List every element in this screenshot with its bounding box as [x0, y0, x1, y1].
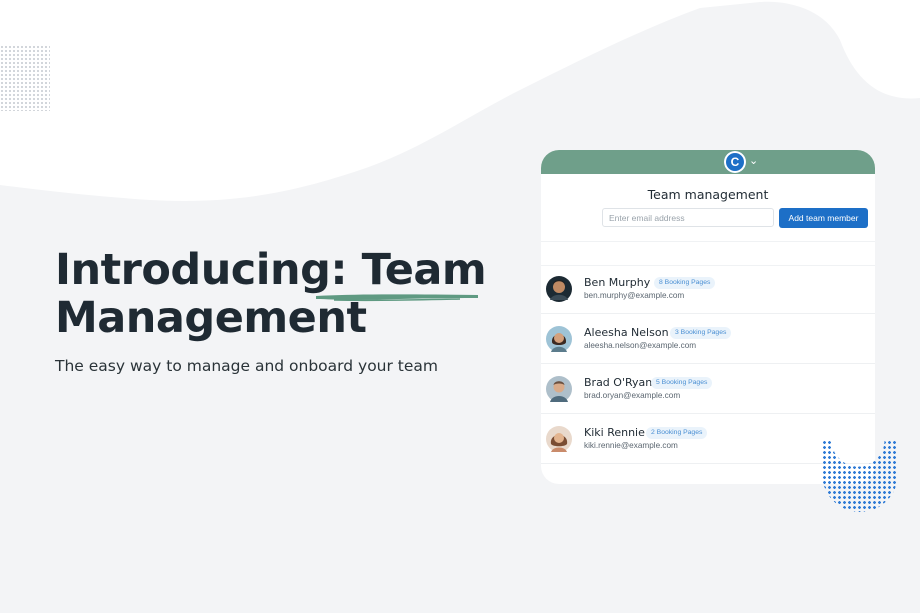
- avatar: [546, 276, 572, 302]
- member-email: kiki.rennie@example.com: [584, 441, 678, 450]
- member-name: Aleesha Nelson: [584, 326, 669, 339]
- avatar: [546, 376, 572, 402]
- booking-pages-badge: 8 Booking Pages: [654, 277, 716, 289]
- list-divider: [541, 241, 875, 266]
- team-member-row[interactable]: Aleesha Nelson 3 Booking Pages aleesha.n…: [541, 314, 875, 364]
- member-email: aleesha.nelson@example.com: [584, 341, 697, 350]
- member-email: ben.murphy@example.com: [584, 291, 685, 300]
- headline-line-1: Introducing: Team: [55, 245, 487, 295]
- member-name: Ben Murphy: [584, 276, 651, 289]
- dot-pattern-decoration: [0, 45, 50, 111]
- avatar: [546, 326, 572, 352]
- team-member-row[interactable]: Ben Murphy 8 Booking Pages ben.murphy@ex…: [541, 264, 875, 314]
- booking-pages-badge: 2 Booking Pages: [646, 427, 708, 439]
- team-member-row[interactable]: Brad O'Ryan 5 Booking Pages brad.oryan@e…: [541, 364, 875, 414]
- card-header: C ⌄: [541, 150, 875, 174]
- avatar: [546, 426, 572, 452]
- member-email: brad.oryan@example.com: [584, 391, 681, 400]
- chevron-down-icon[interactable]: ⌄: [749, 154, 758, 167]
- hero-subtitle: The easy way to manage and onboard your …: [55, 357, 439, 375]
- team-member-list: Ben Murphy 8 Booking Pages ben.murphy@ex…: [541, 264, 875, 464]
- card-title: Team management: [647, 187, 769, 202]
- member-name: Kiki Rennie: [584, 426, 645, 439]
- booking-pages-badge: 5 Booking Pages: [651, 377, 713, 389]
- team-management-card: C ⌄ Team management Add team member Ben …: [541, 150, 875, 484]
- brush-underline-decoration: [316, 294, 478, 302]
- member-name: Brad O'Ryan: [584, 376, 653, 389]
- calendly-logo-icon[interactable]: C: [724, 151, 746, 173]
- add-team-member-button[interactable]: Add team member: [779, 208, 868, 228]
- booking-pages-badge: 3 Booking Pages: [670, 327, 732, 339]
- email-input[interactable]: [602, 208, 774, 227]
